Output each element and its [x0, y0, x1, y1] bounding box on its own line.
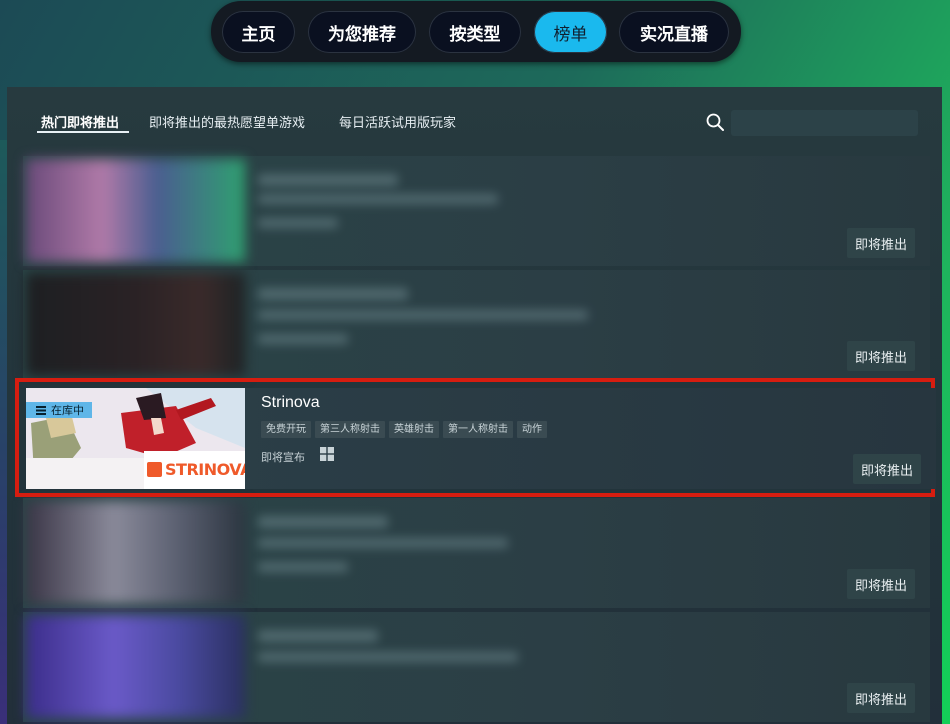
game-thumbnail: STRINOVA 在库中 — [26, 388, 245, 489]
top-navigation-bar: 主页 为您推荐 按类型 榜单 实况直播 — [211, 1, 741, 62]
nav-by-genre[interactable]: 按类型 — [429, 11, 521, 53]
list-item[interactable]: 即将推出 — [23, 498, 930, 608]
nav-live[interactable]: 实况直播 — [619, 11, 729, 53]
tag-hero-shooter[interactable]: 英雄射击 — [389, 421, 439, 438]
tab-top-upcoming[interactable]: 热门即将推出 — [41, 112, 119, 131]
list-item-strinova[interactable]: STRINOVA 在库中 Strinova 免费开玩 第三人称射击 英雄射击 第… — [26, 388, 936, 489]
tag-free-to-play[interactable]: 免费开玩 — [261, 421, 311, 438]
blurred-tags — [258, 310, 588, 320]
in-library-label: 在库中 — [51, 404, 84, 417]
tag-action[interactable]: 动作 — [517, 421, 547, 438]
search-icon[interactable] — [706, 113, 724, 131]
nav-recommended[interactable]: 为您推荐 — [308, 11, 416, 53]
coming-soon-button[interactable]: 即将推出 — [846, 228, 915, 258]
blurred-tags — [258, 194, 498, 204]
blurred-title — [258, 630, 378, 642]
coming-soon-button[interactable]: 即将推出 — [846, 341, 915, 371]
coming-soon-button[interactable]: 即将推出 — [852, 454, 921, 484]
list-item[interactable]: 即将推出 — [23, 270, 930, 380]
tab-most-wishlisted[interactable]: 即将推出的最热愿望单游戏 — [149, 112, 305, 131]
in-library-badge: 在库中 — [26, 402, 92, 418]
coming-soon-button[interactable]: 即将推出 — [846, 683, 915, 713]
blurred-date — [258, 334, 348, 344]
blurred-date — [258, 562, 348, 572]
windows-icon — [320, 447, 334, 461]
game-thumbnail — [26, 159, 245, 262]
blurred-title — [258, 174, 398, 186]
blurred-tags — [258, 652, 518, 662]
tab-daily-demo-players[interactable]: 每日活跃试用版玩家 — [339, 112, 456, 131]
nav-home[interactable]: 主页 — [222, 11, 295, 53]
list-item[interactable]: 即将推出 — [23, 156, 930, 266]
tag-third-person-shooter[interactable]: 第三人称射击 — [315, 421, 385, 438]
coming-soon-button[interactable]: 即将推出 — [846, 569, 915, 599]
tag-first-person-shooter[interactable]: 第一人称射击 — [443, 421, 513, 438]
game-title[interactable]: Strinova — [261, 394, 320, 412]
search-input[interactable] — [731, 110, 918, 136]
blurred-title — [258, 288, 408, 300]
list-item[interactable]: 即将推出 — [23, 612, 930, 722]
blurred-date — [258, 218, 338, 228]
strinova-logo: STRINOVA — [147, 460, 245, 479]
list-icon — [36, 405, 46, 415]
release-date: 即将宣布 — [261, 451, 305, 464]
game-thumbnail — [26, 501, 245, 604]
active-tab-underline — [37, 131, 129, 133]
blurred-title — [258, 516, 388, 528]
blurred-tags — [258, 538, 508, 548]
game-thumbnail — [26, 615, 245, 718]
game-thumbnail — [26, 273, 245, 376]
tag-list: 免费开玩 第三人称射击 英雄射击 第一人称射击 动作 — [261, 421, 547, 438]
nav-charts[interactable]: 榜单 — [534, 11, 607, 53]
